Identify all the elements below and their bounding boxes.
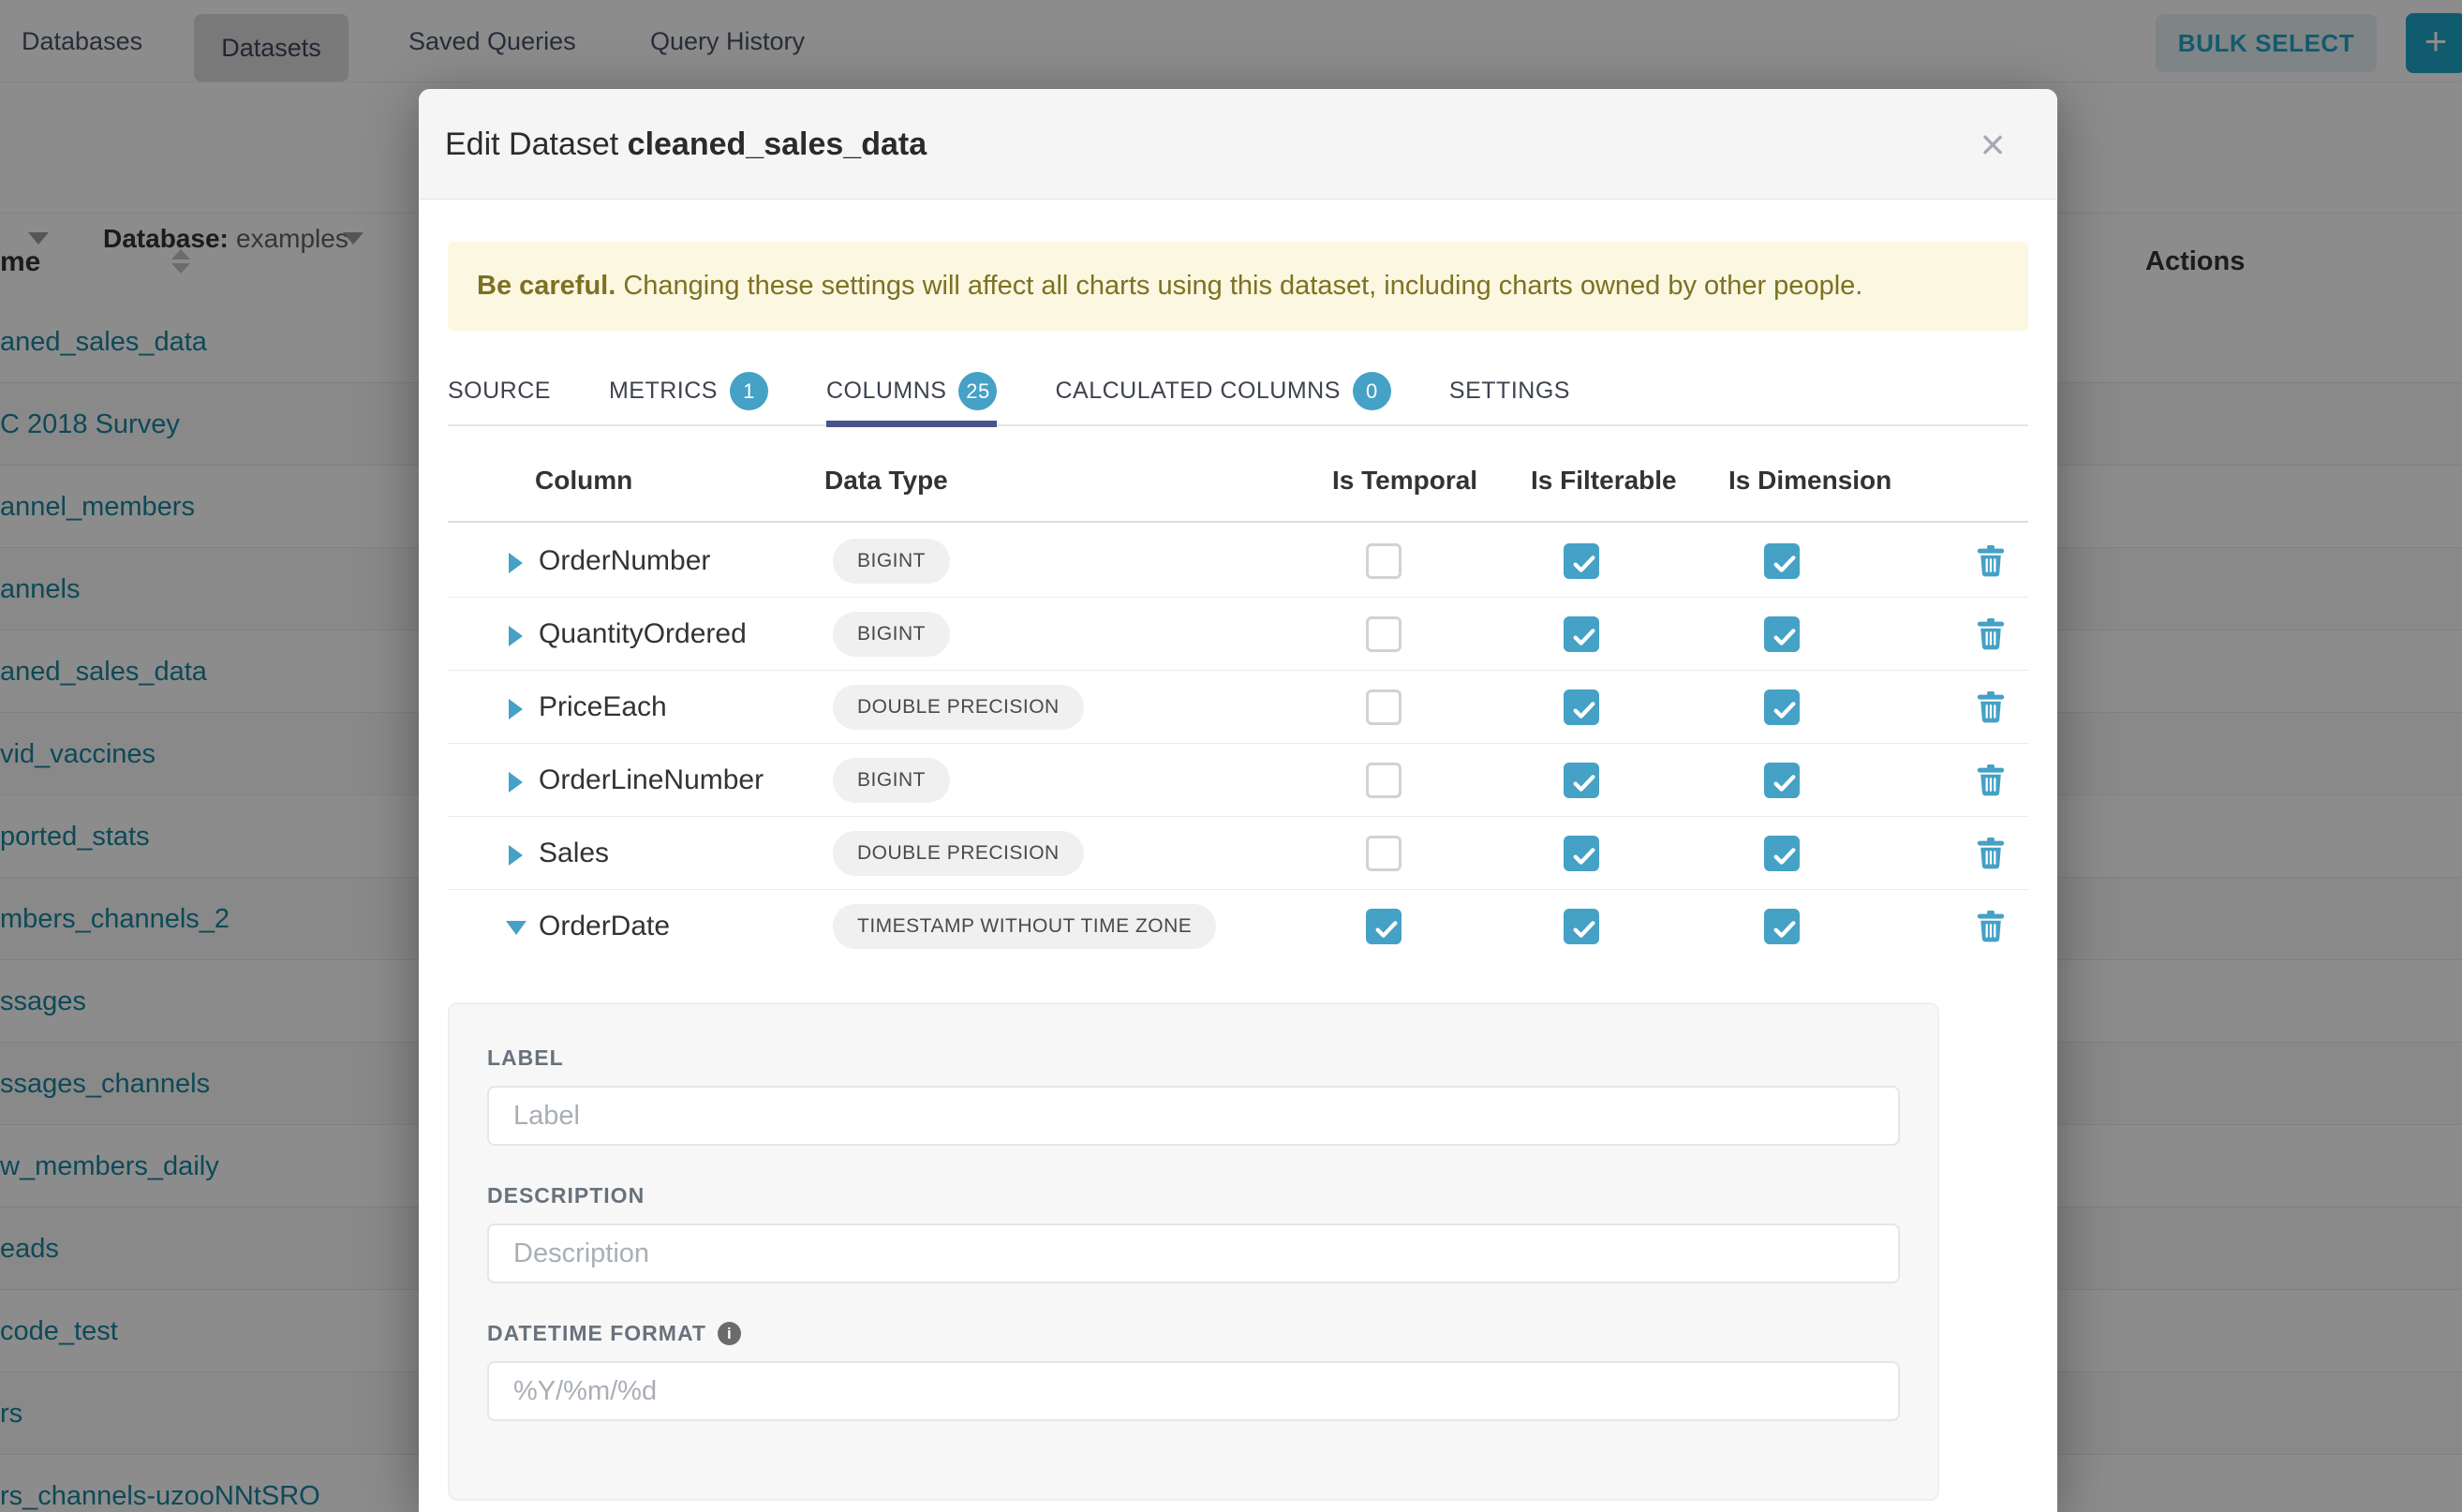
is-temporal-checkbox[interactable] [1366,909,1402,944]
modal-title-prefix: Edit Dataset [445,126,618,162]
data-type-pill: BIGINT [833,539,950,584]
tab-settings[interactable]: SETTINGS [1449,357,1570,425]
is-temporal-checkbox[interactable] [1366,616,1402,652]
description-input[interactable] [487,1223,1900,1283]
warning-banner: Be careful. Changing these settings will… [448,242,2028,331]
is-filterable-checkbox[interactable] [1564,616,1599,652]
delete-column-trash-icon[interactable] [1977,838,2005,869]
column-row-priceeach: PriceEach DOUBLE PRECISION [448,671,2028,744]
warning-text: Be careful. Changing these settings will… [477,242,1862,331]
collapse-caret-icon[interactable] [506,921,527,935]
column-name: OrderDate [539,890,670,963]
tab-count-badge: 25 [958,372,997,410]
column-row-quantityordered: QuantityOrdered BIGINT [448,598,2028,671]
column-header-is-dimension: Is Dimension [1728,466,1891,496]
column-row-orderdate: OrderDate TIMESTAMP WITHOUT TIME ZONE [448,890,2028,963]
column-header-column: Column [535,466,632,496]
info-icon[interactable]: i [718,1322,741,1345]
is-temporal-checkbox[interactable] [1366,689,1402,725]
data-type-pill: TIMESTAMP WITHOUT TIME ZONE [833,904,1216,949]
tab-label: SOURCE [448,378,551,405]
column-name: QuantityOrdered [539,598,747,671]
tab-columns[interactable]: COLUMNS 25 [826,357,998,425]
modal-tabs: SOURCE METRICS 1 COLUMNS 25 CALCULATED COLUMN… [448,358,2028,426]
tab-count-badge: 1 [730,372,768,410]
column-header-is-filterable: Is Filterable [1531,466,1677,496]
column-name: OrderLineNumber [539,744,764,817]
warning-body-text: Changing these settings will affect all … [616,271,1862,301]
column-name: PriceEach [539,671,667,744]
is-filterable-checkbox[interactable] [1564,543,1599,579]
expand-caret-icon[interactable] [509,845,523,866]
app-root: Databases Datasets Saved Queries Query H… [0,0,2462,1512]
column-name: Sales [539,817,609,890]
expand-caret-icon[interactable] [509,626,523,646]
delete-column-trash-icon[interactable] [1977,764,2005,796]
tab-label: CALCULATED COLUMNS [1055,378,1340,405]
datetime-format-field-label: DATETIME FORMAT i [487,1321,1900,1346]
is-temporal-checkbox[interactable] [1366,543,1402,579]
delete-column-trash-icon[interactable] [1977,545,2005,577]
expand-caret-icon[interactable] [509,553,523,573]
data-type-pill: BIGINT [833,758,950,803]
is-dimension-checkbox[interactable] [1764,909,1800,944]
is-dimension-checkbox[interactable] [1764,689,1800,725]
column-row-sales: Sales DOUBLE PRECISION [448,817,2028,890]
expand-caret-icon[interactable] [509,772,523,793]
tab-metrics[interactable]: METRICS 1 [609,357,768,425]
data-type-pill: DOUBLE PRECISION [833,685,1084,730]
label-input[interactable] [487,1086,1900,1146]
data-type-pill: DOUBLE PRECISION [833,831,1084,876]
modal-title: Edit Dataset cleaned_sales_data [445,89,927,200]
label-field-label: LABEL [487,1045,1900,1071]
tab-label: SETTINGS [1449,378,1570,405]
modal-header: Edit Dataset cleaned_sales_data × [419,89,2057,200]
columns-table-header: Column Data Type Is Temporal Is Filterab… [448,443,2028,523]
is-dimension-checkbox[interactable] [1764,543,1800,579]
modal-title-dataset-name: cleaned_sales_data [628,126,927,162]
column-name: OrderNumber [539,525,710,598]
is-temporal-checkbox[interactable] [1366,763,1402,798]
is-dimension-checkbox[interactable] [1764,763,1800,798]
warning-bold-text: Be careful. [477,271,616,301]
is-dimension-checkbox[interactable] [1764,616,1800,652]
column-detail-panel: LABEL DESCRIPTION DATETIME FORMAT i [448,1002,1939,1501]
columns-table-body: OrderNumber BIGINT QuantityOrdered BIGINT Pr… [448,525,2028,963]
is-filterable-checkbox[interactable] [1564,763,1599,798]
data-type-pill: BIGINT [833,612,950,657]
is-filterable-checkbox[interactable] [1564,689,1599,725]
is-filterable-checkbox[interactable] [1564,836,1599,871]
tab-label: COLUMNS [826,378,947,405]
is-temporal-checkbox[interactable] [1366,836,1402,871]
column-row-orderlinenumber: OrderLineNumber BIGINT [448,744,2028,817]
delete-column-trash-icon[interactable] [1977,618,2005,650]
delete-column-trash-icon[interactable] [1977,691,2005,723]
tab-calculated-columns[interactable]: CALCULATED COLUMNS 0 [1055,357,1390,425]
description-field-label: DESCRIPTION [487,1183,1900,1208]
close-icon[interactable]: × [1969,121,2016,168]
column-row-ordernumber: OrderNumber BIGINT [448,525,2028,598]
expand-caret-icon[interactable] [509,699,523,719]
tab-source[interactable]: SOURCE [448,357,551,425]
column-header-is-temporal: Is Temporal [1332,466,1477,496]
is-filterable-checkbox[interactable] [1564,909,1599,944]
delete-column-trash-icon[interactable] [1977,911,2005,942]
is-dimension-checkbox[interactable] [1764,836,1800,871]
tab-label: METRICS [609,378,718,405]
column-header-data-type: Data Type [824,466,948,496]
tab-count-badge: 0 [1353,372,1391,410]
datetime-format-input[interactable] [487,1361,1900,1421]
edit-dataset-modal: Edit Dataset cleaned_sales_data × Be car… [419,89,2057,1512]
